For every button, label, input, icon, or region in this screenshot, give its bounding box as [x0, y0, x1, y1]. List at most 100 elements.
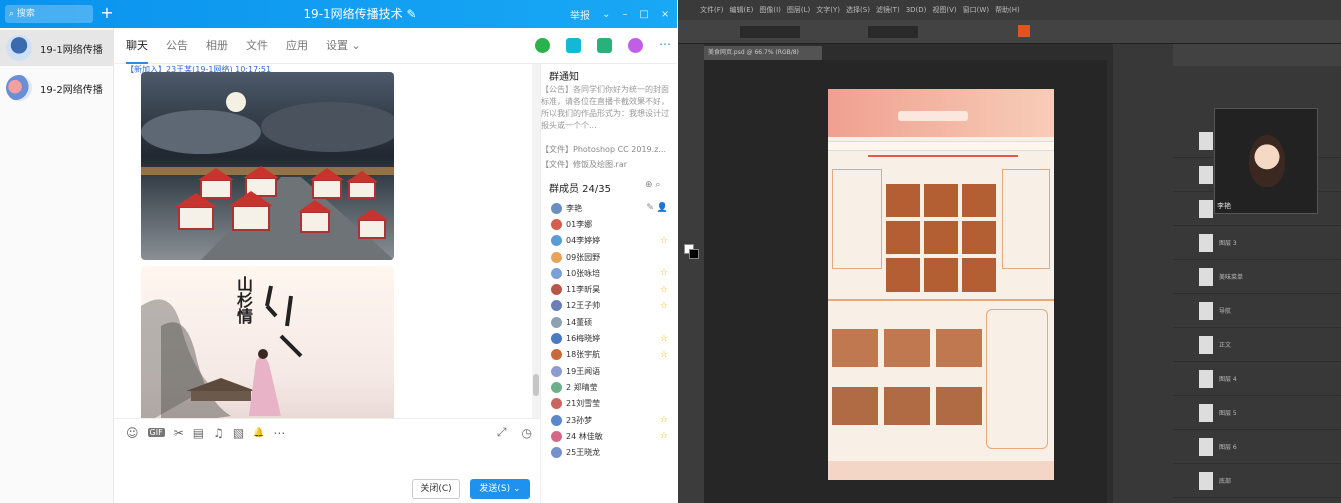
search-input[interactable]: ⌕ 搜索: [5, 5, 93, 23]
member-avatar: [551, 218, 562, 230]
panel-tabs[interactable]: [1173, 44, 1341, 66]
expand-icon[interactable]: ⤢: [497, 425, 507, 440]
member-item[interactable]: 14董硕: [551, 314, 676, 330]
member-item[interactable]: 18张宇航 ☆: [551, 347, 676, 363]
folder-icon[interactable]: ▤: [193, 426, 204, 440]
tab-album[interactable]: 相册: [206, 28, 228, 64]
notice-title: 群通知: [549, 72, 579, 83]
ps-menu-item[interactable]: 图像(I): [759, 5, 781, 15]
ps-menu-item[interactable]: 3D(D): [906, 6, 927, 14]
add-app-icon[interactable]: [628, 38, 643, 53]
ps-menu-item[interactable]: 文件(F): [700, 5, 724, 15]
history-icon[interactable]: ◷: [522, 426, 532, 440]
member-action-icons[interactable]: ✎ 👤: [646, 203, 668, 213]
chat-image[interactable]: 山杉情: [141, 266, 394, 418]
member-item[interactable]: 19王闻语: [551, 363, 676, 379]
add-button[interactable]: +: [98, 5, 116, 23]
send-button[interactable]: 发送(S) ⌄: [470, 479, 530, 499]
qq-chat-window: ⌕ 搜索 + 19-1网络传播技术 ✎ 举报 ⌄ – □ × 19-1网络传播 …: [0, 0, 677, 503]
ps-menu-item[interactable]: 帮助(H): [995, 5, 1020, 15]
star-icon: ☆: [659, 235, 668, 246]
ps-menu-item[interactable]: 图层(L): [787, 5, 810, 15]
member-item[interactable]: 12王子帅 ☆: [551, 298, 676, 314]
dropdown-icon[interactable]: ⌄: [602, 9, 610, 20]
emoji-icon[interactable]: ☺: [126, 426, 139, 440]
member-item[interactable]: 25王晓龙: [551, 444, 676, 460]
layer-name: 图层 3: [1219, 240, 1237, 247]
ps-canvas[interactable]: [704, 60, 1107, 503]
ps-menu-item[interactable]: 文字(Y): [816, 5, 840, 15]
ps-menu-item[interactable]: 编辑(E): [730, 5, 754, 15]
member-avatar: [551, 381, 562, 393]
member-item[interactable]: 21刘雪莹: [551, 396, 676, 412]
layer-row[interactable]: 正文: [1173, 328, 1341, 362]
maximize-icon[interactable]: □: [639, 9, 648, 20]
member-search-icons[interactable]: ⊕ ⌕: [645, 180, 660, 190]
ps-menu-item[interactable]: 滤镜(T): [876, 5, 900, 15]
member-item[interactable]: 16梅晓婷 ☆: [551, 330, 676, 346]
bell-icon[interactable]: 🔔: [253, 428, 264, 438]
member-name: 李艳: [566, 203, 582, 213]
group-avatar: [6, 35, 32, 61]
tab-chat[interactable]: 聊天: [126, 28, 148, 64]
scrollbar-thumb[interactable]: [533, 374, 539, 396]
layer-row[interactable]: 图层 4: [1173, 362, 1341, 396]
layer-row[interactable]: 图层 3: [1173, 226, 1341, 260]
ps-menu-item[interactable]: 选择(S): [846, 5, 870, 15]
tab-files[interactable]: 文件: [246, 28, 268, 64]
video-icon[interactable]: [566, 38, 581, 53]
phone-icon[interactable]: [535, 38, 550, 53]
conversation-item[interactable]: 19-1网络传播: [0, 30, 114, 66]
file-item[interactable]: 【文件】修饭及绘图.rar: [541, 159, 627, 170]
member-avatar: [551, 267, 562, 279]
background-color[interactable]: [689, 249, 699, 259]
member-item[interactable]: 23孙梦 ☆: [551, 412, 676, 428]
ps-menu-item[interactable]: 视图(V): [932, 5, 956, 15]
chevron-down-icon[interactable]: ⌄: [513, 484, 521, 494]
music-icon[interactable]: ♫: [213, 426, 224, 440]
design-grid-gap: [886, 254, 998, 258]
member-item[interactable]: 11李昕昊 ☆: [551, 281, 676, 297]
layer-row[interactable]: 美味菜单: [1173, 260, 1341, 294]
ps-menu-item[interactable]: 窗口(W): [963, 5, 989, 15]
layer-row[interactable]: 图层 5: [1173, 396, 1341, 430]
member-item[interactable]: 24 林佳敏 ☆: [551, 428, 676, 444]
color-swatch[interactable]: [1018, 25, 1030, 37]
tab-apps[interactable]: 应用: [286, 28, 308, 64]
layer-row[interactable]: 图层 6: [1173, 430, 1341, 464]
font-size-select[interactable]: [868, 26, 918, 38]
file-item[interactable]: 【文件】Photoshop CC 2019.z...: [541, 144, 666, 155]
ink-painting-image: [141, 285, 303, 418]
more-icon[interactable]: ⋯: [659, 38, 671, 53]
member-avatar: [551, 349, 562, 361]
member-item[interactable]: 01李娜: [551, 216, 676, 232]
gif-icon[interactable]: GIF: [147, 428, 165, 437]
member-item[interactable]: 09张园野: [551, 249, 676, 265]
tab-settings[interactable]: 设置 ⌄: [326, 28, 361, 64]
layer-row[interactable]: 导航: [1173, 294, 1341, 328]
image-icon[interactable]: ▧: [233, 426, 244, 440]
member-item[interactable]: 2 郑晴莹: [551, 379, 676, 395]
close-button[interactable]: 关闭(C): [412, 479, 460, 499]
member-item[interactable]: 10张咏培 ☆: [551, 265, 676, 281]
layer-row[interactable]: 底部: [1173, 464, 1341, 498]
member-item[interactable]: 李艳 ✎ 👤: [551, 200, 676, 216]
close-icon[interactable]: ×: [661, 9, 669, 20]
font-family-select[interactable]: [740, 26, 800, 38]
chat-scrollbar[interactable]: [532, 64, 540, 418]
conversation-item[interactable]: 19-2网络传播: [0, 70, 114, 106]
photoshop-window: 文件(F) 编辑(E) 图像(I) 图层(L) 文字(Y) 选择(S) 滤镜(T) 3D(D)…: [678, 0, 1341, 503]
screen-share-icon[interactable]: [597, 38, 612, 53]
member-item[interactable]: 04李婷婷 ☆: [551, 233, 676, 249]
report-button[interactable]: 举报: [570, 7, 590, 22]
document-tab[interactable]: 美食网页.psd @ 66.7% (RGB/8): [704, 46, 822, 60]
member-name: 12王子帅: [566, 301, 601, 311]
tab-notice[interactable]: 公告: [166, 28, 188, 64]
more-icon[interactable]: ⋯: [273, 426, 285, 440]
chat-image[interactable]: [141, 72, 394, 260]
scissors-icon[interactable]: ✂: [174, 426, 184, 440]
edit-icon[interactable]: ✎: [407, 7, 417, 21]
minimize-icon[interactable]: –: [622, 9, 627, 20]
message-input[interactable]: 关闭(C) 发送(S) ⌄: [114, 446, 540, 503]
notice-text[interactable]: 【公告】各同学们你好为统一的封面标准，请各位在直播卡截效果不好，所以我们的作品形…: [541, 84, 675, 132]
